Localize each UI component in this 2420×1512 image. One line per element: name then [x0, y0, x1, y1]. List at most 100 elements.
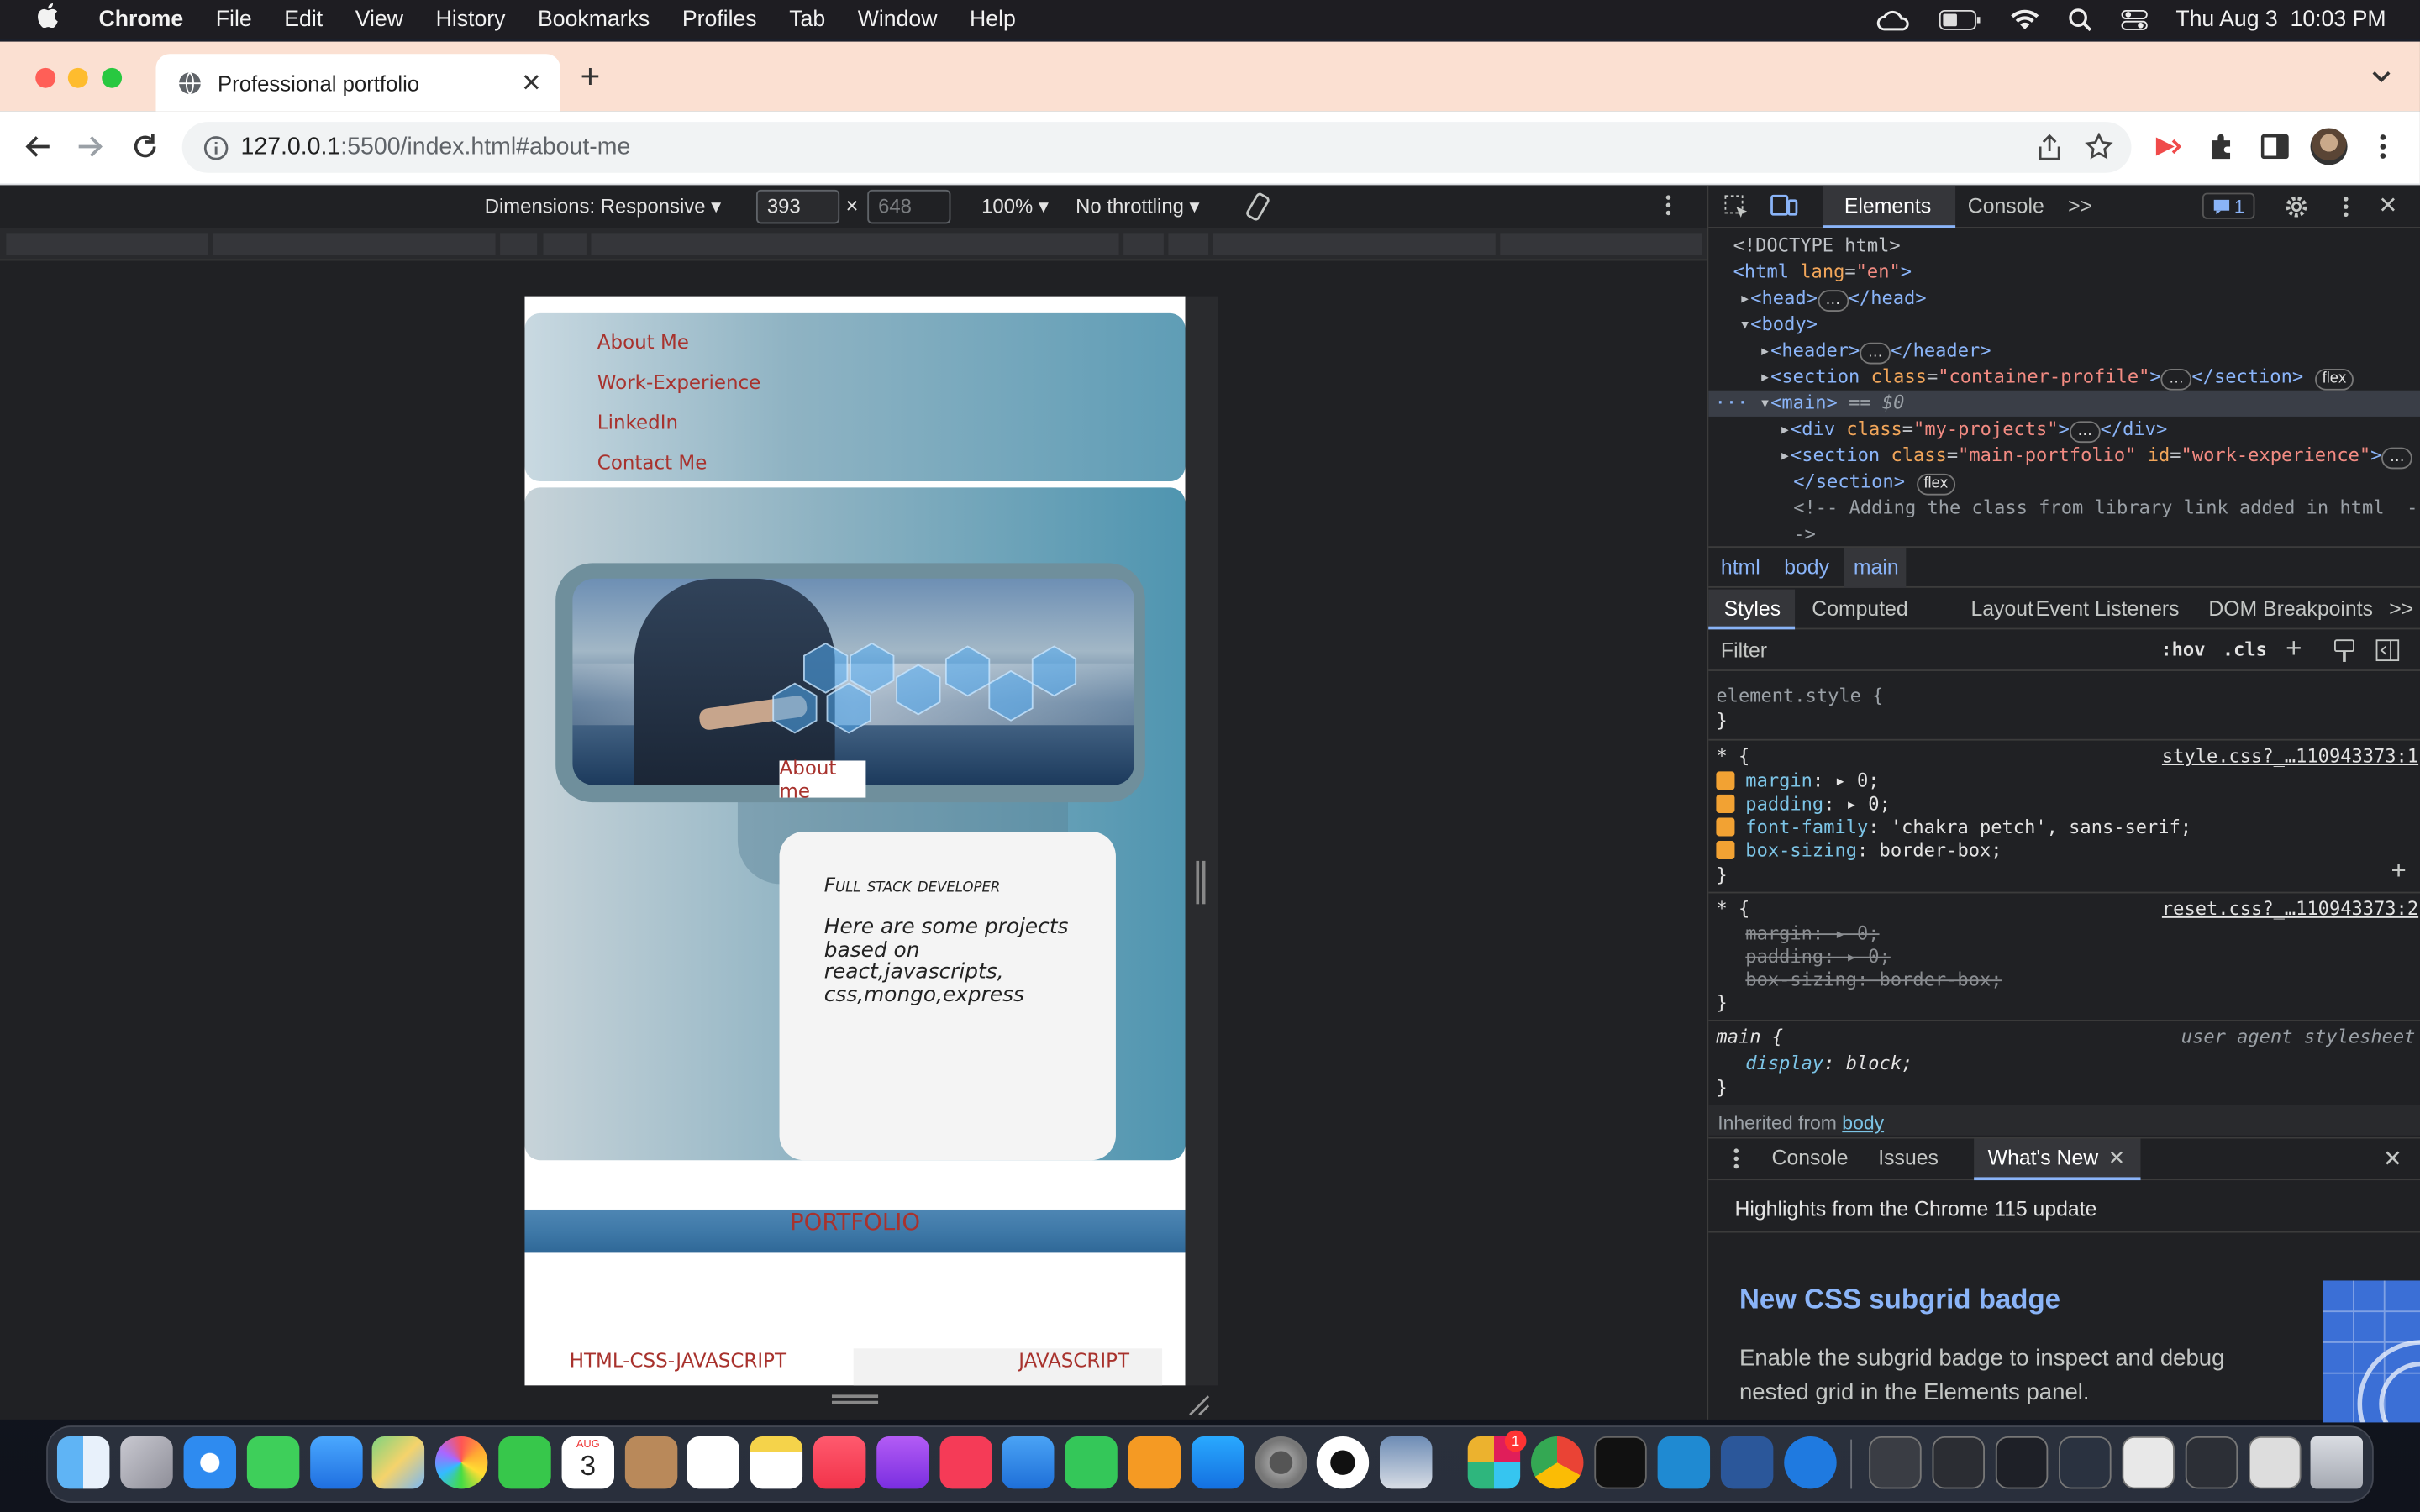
news-thumbnail[interactable] — [2323, 1280, 2420, 1423]
slack-icon[interactable]: 1 — [1467, 1430, 1527, 1489]
drawer-tab-whats-new[interactable]: What's New — [1988, 1147, 2098, 1170]
decl-box-sizing[interactable]: box-sizing: border-box; — [1716, 839, 2002, 861]
vscode-icon[interactable] — [1657, 1436, 1711, 1489]
project-left-title[interactable]: HTML-CSS-JAVASCRIPT — [570, 1348, 786, 1372]
drawer-menu-icon[interactable] — [1733, 1148, 1739, 1174]
dom-ellipsis-badge[interactable]: … — [2160, 368, 2192, 391]
dom-section-profile-node[interactable]: ▸<section class="container-profile">… </s… — [1760, 365, 2354, 391]
dom-comment-line2[interactable]: -> — [1793, 523, 1816, 545]
menu-tab[interactable]: Tab — [789, 7, 825, 31]
browser-tab[interactable]: Professional portfolio ✕ — [155, 54, 560, 112]
decl-checkbox[interactable] — [1716, 794, 1735, 813]
contacts-icon[interactable] — [624, 1436, 678, 1489]
system-settings-icon[interactable] — [1255, 1436, 1307, 1489]
dom-ellipsis-badge[interactable]: … — [2381, 447, 2413, 470]
decl-padding[interactable]: padding: ▸ 0; — [1716, 793, 1891, 815]
extensions-puzzle-icon[interactable] — [2204, 129, 2238, 163]
decl-font-family[interactable]: font-family: 'chakra petch', sans-serif; — [1716, 816, 2191, 837]
spotlight-search-icon[interactable] — [2068, 7, 2092, 31]
safari-icon[interactable] — [183, 1436, 237, 1489]
dom-html-node[interactable]: <html lang="en"> — [1733, 260, 1912, 282]
dom-doctype[interactable]: <!DOCTYPE html> — [1733, 234, 1901, 256]
tab-search-chevron-icon[interactable] — [2370, 65, 2392, 92]
decl-display[interactable]: display: block; — [1745, 1053, 1912, 1074]
menu-edit[interactable]: Edit — [284, 7, 323, 31]
styles-tab-computed[interactable]: Computed — [1812, 597, 1907, 621]
dom-ellipsis-badge[interactable]: … — [2069, 421, 2101, 444]
dom-section-portfolio-node[interactable]: ▸<section class="main-portfolio" id="wor… — [1780, 444, 2413, 470]
throttling-dropdown[interactable]: No throttling ▾ — [1076, 194, 1199, 218]
notes-icon[interactable] — [750, 1436, 803, 1489]
rule-selector-star[interactable]: * { — [1716, 745, 1749, 767]
menubar-clock[interactable]: Thu Aug 3 10:03 PM — [2175, 7, 2386, 31]
creative-cloud-icon[interactable] — [1876, 7, 1910, 31]
new-rule-plus-icon[interactable]: + — [2286, 633, 2302, 665]
reload-icon[interactable] — [128, 129, 161, 163]
rule-selector-star[interactable]: * { — [1716, 898, 1749, 920]
bluetooth-icon[interactable] — [1784, 1436, 1837, 1489]
zoom-dropdown[interactable]: 100% ▾ — [981, 194, 1049, 218]
wifi-icon[interactable] — [2009, 8, 2040, 31]
trash-icon[interactable] — [2310, 1436, 2363, 1489]
dom-ellipsis-badge[interactable]: … — [1860, 342, 1891, 365]
control-center-icon[interactable] — [2120, 8, 2148, 30]
styles-tab-styles[interactable]: Styles — [1724, 597, 1781, 621]
menu-help[interactable]: Help — [970, 7, 1016, 31]
preview-icon[interactable] — [1380, 1436, 1433, 1489]
close-drawer-icon[interactable]: ✕ — [2383, 1145, 2402, 1173]
decl-overridden-margin[interactable]: margin: ▸ 0; — [1745, 922, 1879, 944]
maps-icon[interactable] — [371, 1436, 425, 1489]
keynote-icon[interactable] — [1002, 1436, 1055, 1489]
calendar-icon[interactable]: AUG 3 — [561, 1436, 615, 1489]
height-input[interactable]: 648 — [867, 189, 951, 224]
podcasts-icon[interactable] — [876, 1436, 929, 1489]
issues-badge[interactable]: 1 — [2202, 192, 2255, 219]
decl-overridden-padding[interactable]: padding: ▸ 0; — [1745, 946, 1891, 968]
settings-gear-icon[interactable] — [2284, 194, 2308, 223]
profile-avatar[interactable] — [2310, 128, 2348, 165]
chrome-dock-icon[interactable] — [1531, 1436, 1584, 1489]
decl-checkbox[interactable] — [1716, 841, 1735, 860]
numbers-icon[interactable] — [1065, 1436, 1118, 1489]
apple-menu-icon[interactable] — [31, 3, 65, 36]
rule-selector-main[interactable]: main { — [1716, 1026, 1783, 1047]
rotate-icon[interactable] — [1243, 192, 1274, 227]
minimize-window-button[interactable] — [67, 67, 88, 88]
rule-source-style-css[interactable]: style.css?_…110943373:1 — [2162, 745, 2418, 767]
menu-profiles[interactable]: Profiles — [682, 7, 757, 31]
device-toggle-icon[interactable] — [1770, 193, 1798, 223]
close-whats-new-icon[interactable]: ✕ — [2108, 1147, 2125, 1171]
recent-window-7[interactable] — [2249, 1436, 2302, 1489]
dom-head-node[interactable]: ▸<head>… </head> — [1739, 287, 1927, 312]
devtools-menu-icon[interactable] — [2343, 196, 2349, 222]
paint-brush-icon[interactable] — [2333, 638, 2355, 668]
menu-app-name[interactable]: Chrome — [99, 7, 184, 31]
bookmark-star-icon[interactable] — [2085, 132, 2113, 168]
menu-history[interactable]: History — [436, 7, 506, 31]
devtools-tab-console[interactable]: Console — [1968, 194, 2044, 218]
menu-window[interactable]: Window — [858, 7, 938, 31]
recent-window-6[interactable] — [2185, 1436, 2238, 1489]
styles-tab-event-listeners[interactable]: Event Listeners — [2036, 597, 2180, 621]
dom-ellipsis-badge[interactable]: … — [1817, 290, 1849, 312]
flex-badge[interactable]: flex — [1916, 473, 1956, 496]
app-store-icon[interactable] — [1191, 1436, 1244, 1489]
add-declaration-plus-icon[interactable]: + — [2391, 855, 2407, 885]
reminders-icon[interactable] — [687, 1436, 739, 1489]
finder-icon[interactable] — [56, 1436, 110, 1489]
extension-cast-icon[interactable] — [2150, 129, 2184, 163]
styles-more-tabs[interactable]: >> — [2389, 597, 2413, 621]
share-icon[interactable] — [2039, 134, 2060, 168]
dom-body-node[interactable]: ▾<body> — [1739, 313, 1818, 335]
decl-checkbox[interactable] — [1716, 771, 1735, 790]
chrome-menu-icon[interactable] — [2366, 129, 2400, 163]
address-bar[interactable]: 127.0.0.1:5500/index.html#about-me — [182, 122, 2132, 173]
nav-about-me[interactable]: About Me — [597, 330, 689, 354]
width-input[interactable]: 393 — [755, 189, 840, 224]
decl-margin[interactable]: margin: ▸ 0; — [1716, 770, 1880, 791]
hov-toggle[interactable]: :hov — [2160, 638, 2205, 660]
news-icon[interactable] — [939, 1436, 992, 1489]
decl-checkbox[interactable] — [1716, 817, 1735, 837]
cls-toggle[interactable]: .cls — [2223, 638, 2267, 660]
nav-linkedin[interactable]: LinkedIn — [597, 411, 678, 434]
